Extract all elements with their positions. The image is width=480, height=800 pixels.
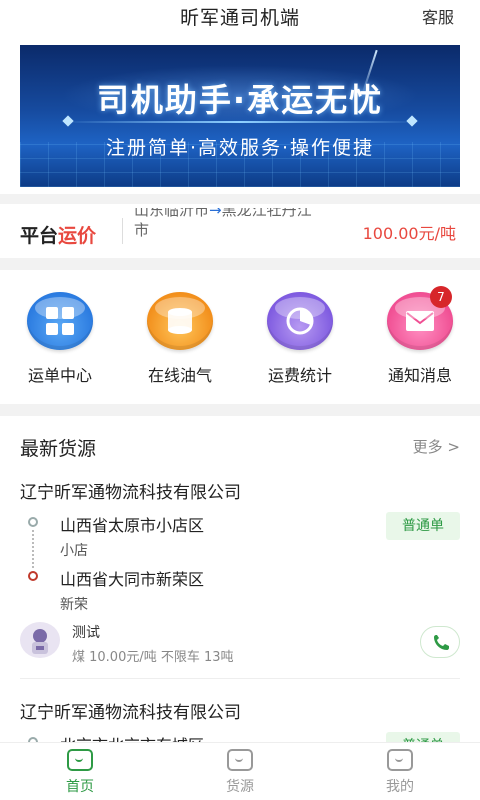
menu-label: 在线油气 <box>147 366 212 385</box>
tab-label: 我的 <box>386 779 414 795</box>
quick-menu: 运单中心 在线油气 运费统计 7 通知消息 <box>0 270 480 404</box>
bottom-tab-bar: 首页 货源 我的 <box>0 742 480 800</box>
top-bar: 昕军通司机端 客服 <box>0 0 480 40</box>
call-button[interactable] <box>420 626 460 658</box>
platform-price-brand: 平台运价 <box>20 221 96 248</box>
company-name: 辽宁昕军通物流科技有限公司 <box>20 483 241 503</box>
page-title: 昕军通司机端 <box>179 7 300 29</box>
route-arrow-icon: → <box>209 208 222 219</box>
route-dotted-line <box>32 530 34 568</box>
origin-dot-icon <box>28 517 38 527</box>
latest-cargo-section: 最新货源 更多 > 辽宁昕军通物流科技有限公司 普通单 山西省太原市小店区 小店… <box>0 416 480 760</box>
origin-detail: 小店 <box>60 543 88 559</box>
card-divider <box>20 678 460 679</box>
menu-waybill-center[interactable]: 运单中心 <box>10 292 110 392</box>
ticker-price: 100.00元/吨 <box>362 224 456 243</box>
origin-address: 山西省太原市小店区 <box>60 516 205 535</box>
oil-drum-icon <box>147 292 213 350</box>
ticker-route: 山东临沂市→黑龙江牡丹江 市 <box>134 208 334 254</box>
brand-part-price: 运价 <box>58 225 97 247</box>
ticker-separator <box>122 218 123 244</box>
tab-mine[interactable]: 我的 <box>340 749 460 796</box>
brand-part-platform: 平台 <box>20 225 59 247</box>
platform-price-ticker[interactable]: 平台运价 山东临沂市→黑龙江牡丹江 市 100.00元/吨 <box>0 204 480 258</box>
route-line-1: 山东临沂市→黑龙江牡丹江 <box>134 208 334 220</box>
phone-icon <box>434 635 449 650</box>
destination-address: 山西省大同市新荣区 <box>60 570 205 589</box>
menu-label: 通知消息 <box>387 366 452 385</box>
banner-headline: 司机助手·承运无忧 <box>96 81 384 119</box>
banner-divider-line <box>60 121 420 123</box>
tab-label: 货源 <box>226 779 254 795</box>
promo-banner[interactable]: 司机助手·承运无忧 注册简单·高效服务·操作便捷 <box>20 45 460 187</box>
menu-notifications[interactable]: 7 通知消息 <box>370 286 470 392</box>
cargo-card[interactable]: 辽宁昕军通物流科技有限公司 普通单 山西省太原市小店区 小店 山西省大同市新荣区… <box>0 478 480 684</box>
route-from: 山东临沂市 <box>134 208 210 219</box>
menu-label: 运单中心 <box>27 366 92 385</box>
shipper-avatar <box>20 622 60 658</box>
menu-freight-stats[interactable]: 运费统计 <box>250 292 350 392</box>
section-title: 最新货源 <box>20 438 97 460</box>
more-link[interactable]: 更多 > <box>413 436 460 457</box>
menu-online-fuel[interactable]: 在线油气 <box>130 292 230 392</box>
cargo-icon <box>227 749 253 771</box>
grid-icon <box>27 292 93 350</box>
tab-cargo[interactable]: 货源 <box>180 749 300 796</box>
banner-subline: 注册简单·高效服务·操作便捷 <box>105 137 375 159</box>
home-icon <box>67 749 93 771</box>
banner-section: 司机助手·承运无忧 注册简单·高效服务·操作便捷 <box>0 40 480 194</box>
pie-chart-icon <box>267 292 333 350</box>
menu-label: 运费统计 <box>267 366 332 385</box>
order-type-tag: 普通单 <box>386 512 460 540</box>
notification-count-badge: 7 <box>430 286 452 308</box>
destination-dot-icon <box>28 571 38 581</box>
destination-detail: 新荣 <box>60 597 88 613</box>
customer-service-button[interactable]: 客服 <box>422 4 454 28</box>
profile-icon <box>387 749 413 771</box>
tab-label: 首页 <box>66 779 94 795</box>
tab-home[interactable]: 首页 <box>20 749 140 796</box>
company-name: 辽宁昕军通物流科技有限公司 <box>20 703 241 723</box>
shipper-name: 测试 <box>72 625 100 641</box>
route-to: 黑龙江牡丹江 <box>221 208 312 219</box>
app-screen: 昕军通司机端 客服 司机助手·承运无忧 注册简单·高效服务·操作便捷 平台运价 … <box>0 0 480 800</box>
goods-info: 煤 10.00元/吨 不限车 13吨 <box>72 650 234 665</box>
cargo-card[interactable]: 辽宁昕军通物流科技有限公司 普通单 北京市北京市东城区 <box>0 698 480 760</box>
route-line-2: 市 <box>134 221 150 239</box>
